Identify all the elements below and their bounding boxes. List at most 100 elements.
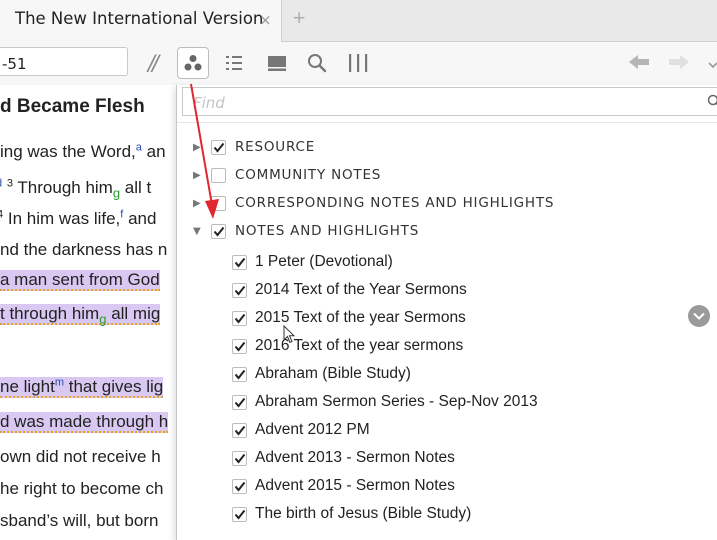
check-icon <box>234 369 246 380</box>
notebook-item[interactable]: Advent 2015 - Sermon Notes <box>232 473 455 499</box>
reference-input[interactable] <box>0 47 128 76</box>
back-arrow-icon <box>628 54 650 70</box>
item-label: Advent 2015 - Sermon Notes <box>255 477 455 495</box>
item-label: The birth of Jesus (Bible Study) <box>255 505 471 523</box>
notebook-item[interactable]: Advent 2013 - Sermon Notes <box>232 445 455 471</box>
notebook-item[interactable]: 2014 Text of the Year Sermons <box>232 277 467 303</box>
notebook-item[interactable]: 1 Peter (Devotional) <box>232 249 393 275</box>
verse-text: that gives lig <box>64 377 163 396</box>
item-checkbox[interactable] <box>232 311 247 326</box>
resource-checkbox[interactable] <box>211 140 226 155</box>
notebook-item[interactable]: Abraham (Bible Study) <box>232 361 411 387</box>
highlighted-text[interactable]: a man sent from God <box>0 270 160 291</box>
corresponding-notes-checkbox[interactable] <box>211 196 226 211</box>
item-label: Abraham Sermon Series - Sep-Nov 2013 <box>255 393 538 411</box>
category-label: CORRESPONDING NOTES AND HIGHLIGHTS <box>235 195 554 211</box>
footnote-marker[interactable]: m <box>55 376 64 388</box>
verse-number: 3 <box>7 177 13 189</box>
verse-text: nd the darkness has n <box>0 240 167 259</box>
category-label: NOTES AND HIGHLIGHTS <box>235 223 419 239</box>
verse-text: In him was life, <box>8 209 120 228</box>
section-heading: d Became Flesh <box>0 96 145 118</box>
new-tab-button[interactable]: + <box>292 8 306 28</box>
item-checkbox[interactable] <box>232 339 247 354</box>
item-checkbox[interactable] <box>232 283 247 298</box>
footnote-marker[interactable]: d <box>0 177 2 189</box>
sections-button[interactable] <box>220 48 248 78</box>
verse-text: he right to become ch <box>0 479 163 498</box>
verse-text: all mig <box>106 304 160 323</box>
sections-icon <box>225 54 243 72</box>
tab-niv[interactable]: The New International Version × <box>0 0 282 42</box>
item-checkbox[interactable] <box>232 423 247 438</box>
category-corresponding-notes[interactable]: ▶ CORRESPONDING NOTES AND HIGHLIGHTS <box>193 190 554 216</box>
item-checkbox[interactable] <box>232 395 247 410</box>
notebook-item[interactable]: Abraham Sermon Series - Sep-Nov 2013 <box>232 389 538 415</box>
highlighted-verse-line: a man sent from God <box>0 270 160 290</box>
highlighted-text[interactable]: t through himg all mig <box>0 304 160 325</box>
check-icon <box>213 142 225 153</box>
notes-highlights-checkbox[interactable] <box>211 224 226 239</box>
item-checkbox[interactable] <box>232 451 247 466</box>
highlighted-verse-line: ne lightm that gives lig <box>0 377 163 397</box>
item-checkbox[interactable] <box>232 367 247 382</box>
visual-filters-popup: ▶ RESOURCE ▶ COMMUNITY NOTES ▶ CORRESPON… <box>176 85 717 540</box>
check-icon <box>234 257 246 268</box>
highlighted-verse-line: d was made through h <box>0 412 168 432</box>
verse-text: and <box>123 209 156 228</box>
highlighted-text[interactable]: ne lightm that gives lig <box>0 377 163 398</box>
verse-line: sband’s will, but born <box>0 511 158 531</box>
search-button[interactable] <box>303 48 331 78</box>
verse-text: all t <box>120 178 151 197</box>
item-checkbox[interactable] <box>232 255 247 270</box>
navigation-menu-button[interactable] <box>708 54 717 73</box>
parallel-resources-button[interactable]: // <box>138 48 166 78</box>
verse-text: an <box>142 142 166 161</box>
visual-filters-icon <box>183 53 203 73</box>
item-label: Advent 2012 PM <box>255 421 370 439</box>
category-community-notes[interactable]: ▶ COMMUNITY NOTES <box>193 162 381 188</box>
notebook-item[interactable]: Advent 2012 PM <box>232 417 370 443</box>
notebook-item[interactable]: 2015 Text of the year Sermons <box>232 305 466 331</box>
toolbar: // <box>0 42 717 86</box>
tab-close-icon[interactable]: × <box>259 11 272 29</box>
check-icon <box>234 397 246 408</box>
verse-text: sband’s will, but born <box>0 511 158 530</box>
check-icon <box>234 341 246 352</box>
collapse-arrow-icon[interactable]: ▼ <box>193 226 205 237</box>
columns-button[interactable] <box>343 48 373 78</box>
check-icon <box>234 425 246 436</box>
verse-line: d 3 Through himg all t <box>0 178 151 198</box>
verse-text: ing was the Word, <box>0 142 136 161</box>
verse-number: 4 <box>0 208 3 220</box>
category-resource[interactable]: ▶ RESOURCE <box>193 134 315 160</box>
item-label: Advent 2013 - Sermon Notes <box>255 449 455 467</box>
community-notes-checkbox[interactable] <box>211 168 226 183</box>
item-label: 2015 Text of the year Sermons <box>255 309 466 327</box>
tab-title: The New International Version <box>15 9 263 28</box>
verse-line: own did not receive h <box>0 447 161 467</box>
category-label: RESOURCE <box>235 139 315 155</box>
highlighted-text[interactable]: d was made through h <box>0 412 168 433</box>
category-notes-and-highlights[interactable]: ▼ NOTES AND HIGHLIGHTS <box>193 218 419 244</box>
visual-filters-button[interactable] <box>177 47 209 79</box>
panel-layout-button[interactable] <box>262 48 292 78</box>
expand-arrow-icon[interactable]: ▶ <box>193 170 205 181</box>
check-icon <box>234 285 246 296</box>
item-checkbox[interactable] <box>232 479 247 494</box>
expand-arrow-icon[interactable]: ▶ <box>193 198 205 209</box>
more-options-button[interactable] <box>688 305 710 327</box>
grammar-tag[interactable]: g <box>113 185 120 200</box>
expand-arrow-icon[interactable]: ▶ <box>193 142 205 153</box>
back-button[interactable] <box>628 54 650 74</box>
find-input[interactable] <box>185 89 700 116</box>
notebook-item[interactable]: The birth of Jesus (Bible Study) <box>232 501 471 527</box>
verse-text: ne light <box>0 377 55 396</box>
verse-line: 4 In him was life,f and <box>0 209 156 229</box>
check-icon <box>213 226 225 237</box>
check-icon <box>234 481 246 492</box>
forward-button[interactable] <box>668 54 690 74</box>
notebook-item[interactable]: 2016 Text of the year sermons <box>232 333 463 359</box>
item-checkbox[interactable] <box>232 507 247 522</box>
search-icon[interactable] <box>707 94 717 108</box>
